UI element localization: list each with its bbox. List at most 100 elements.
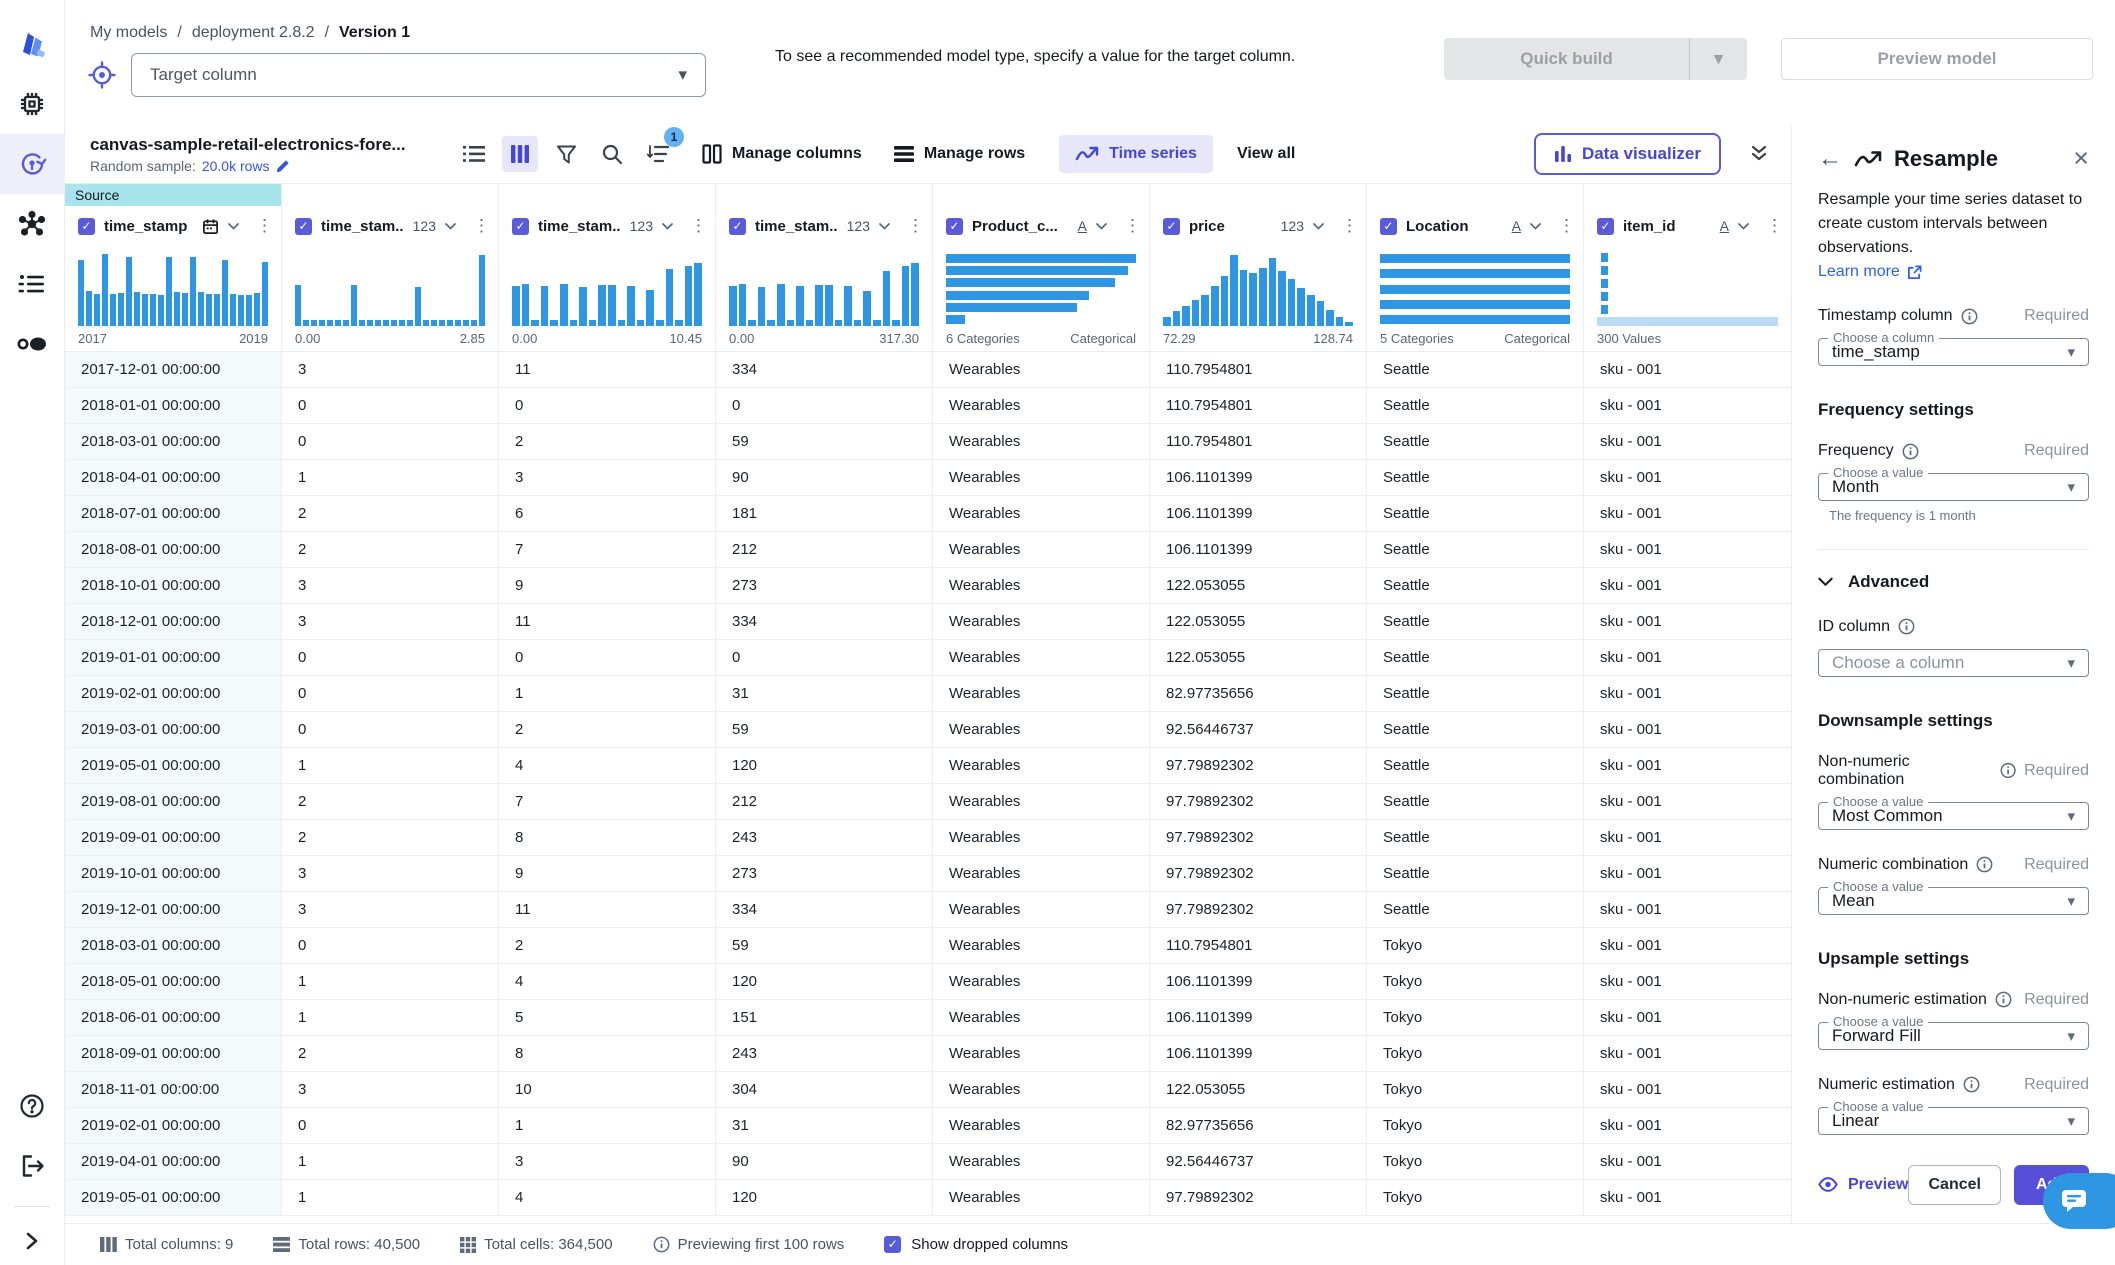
filter-icon[interactable] [548, 136, 584, 172]
column-dropdown-icon[interactable] [1530, 222, 1541, 230]
advanced-section-toggle[interactable]: Advanced [1818, 572, 2089, 592]
info-icon[interactable] [1976, 856, 1993, 873]
expand-rail-chevron-icon[interactable] [0, 1217, 65, 1265]
quick-build-dropdown-icon[interactable]: ▾ [1689, 38, 1747, 80]
manage-columns-button[interactable]: Manage columns [702, 144, 862, 164]
random-sample-link[interactable]: 20.0k rows [202, 158, 270, 174]
column-menu-icon[interactable]: ⋮ [1558, 216, 1575, 236]
column-menu-icon[interactable]: ⋮ [1766, 216, 1783, 236]
info-icon[interactable] [1902, 443, 1919, 460]
breadcrumb: My models / deployment 2.8.2 / Version 1 [90, 24, 410, 42]
back-arrow-icon[interactable]: ← [1818, 146, 1842, 171]
column-menu-icon[interactable]: ⋮ [256, 216, 273, 236]
id-column-select[interactable]: Choose a column ▾ [1818, 648, 2089, 677]
column-summary-chart[interactable]: 300 Values [1584, 246, 1791, 351]
datasets-toggle-icon[interactable] [0, 314, 65, 374]
column-dropdown-icon[interactable] [228, 222, 239, 230]
column-dropdown-icon[interactable] [879, 222, 890, 230]
table-cell: Tokyo [1367, 1108, 1584, 1143]
column-menu-icon[interactable]: ⋮ [473, 216, 490, 236]
column-summary-chart[interactable]: 0.00 10.45 [499, 246, 715, 351]
timestamp-column-select[interactable]: Choose a column time_stamp ▾ [1818, 330, 2089, 367]
column-dropdown-icon[interactable] [445, 222, 456, 230]
column-menu-icon[interactable]: ⋮ [1341, 216, 1358, 236]
table-cell: 3 [282, 1072, 499, 1107]
frequency-select[interactable]: Choose a value Month ▾ [1818, 465, 2089, 502]
preview-link[interactable]: Preview [1818, 1176, 1908, 1194]
learn-more-link[interactable]: Learn more [1818, 263, 1922, 281]
column-summary-chart[interactable]: 5 Categories Categorical [1367, 246, 1583, 351]
breadcrumb-my-models[interactable]: My models [90, 24, 167, 42]
column-dropdown-icon[interactable] [1313, 222, 1324, 230]
breadcrumb-deployment[interactable]: deployment 2.8.2 [192, 24, 315, 42]
non-numeric-combination-select[interactable]: Choose a value Most Common ▾ [1818, 793, 2089, 830]
numeric-estimation-select[interactable]: Choose a value Linear ▾ [1818, 1098, 2089, 1135]
column-select-checkbox[interactable]: ✓ [1163, 217, 1180, 235]
models-nav-icon[interactable] [0, 134, 65, 194]
non-numeric-estimation-select[interactable]: Choose a value Forward Fill ▾ [1818, 1013, 2089, 1050]
collapse-toolbar-icon[interactable] [1749, 144, 1769, 164]
column-summary-chart[interactable]: 0.00 2.85 [282, 246, 498, 351]
column-summary-chart[interactable]: 0.00 317.30 [716, 246, 932, 351]
column-select-checkbox[interactable]: ✓ [729, 217, 746, 235]
timestamp-column-label: Timestamp column [1818, 307, 1953, 324]
info-icon[interactable] [1961, 308, 1978, 325]
data-visualizer-button[interactable]: Data visualizer [1533, 133, 1721, 175]
compute-chip-icon[interactable] [0, 74, 65, 134]
quick-build-button[interactable]: Quick build ▾ [1444, 38, 1747, 80]
column-summary-chart[interactable]: 72.29 128.74 [1150, 246, 1366, 351]
info-icon[interactable] [1995, 991, 2012, 1008]
show-dropped-columns-checkbox[interactable]: ✓ Show dropped columns [884, 1236, 1068, 1253]
logout-icon[interactable] [0, 1136, 65, 1196]
column-menu-icon[interactable]: ⋮ [1124, 216, 1141, 236]
column-menu-icon[interactable]: ⋮ [690, 216, 707, 236]
chevron-down-icon: ▾ [2067, 1027, 2075, 1045]
table-row: 2018-09-01 00:00:00 2 8 243 Wearables 106.110… [65, 1036, 1791, 1072]
checkbox-checked-icon[interactable]: ✓ [884, 1236, 902, 1253]
edit-pencil-icon[interactable] [276, 158, 291, 173]
column-select-checkbox[interactable]: ✓ [1380, 217, 1397, 235]
table-cell: 1 [282, 1180, 499, 1215]
table-cell: 97.79892302 [1150, 1180, 1367, 1215]
grid-view-icon[interactable] [502, 136, 538, 172]
table-cell: 11 [499, 352, 716, 387]
view-all-button[interactable]: View all [1237, 145, 1295, 163]
list-nav-icon[interactable] [0, 254, 65, 314]
column-menu-icon[interactable]: ⋮ [907, 216, 924, 236]
time-series-button[interactable]: Time series [1059, 135, 1213, 173]
column-select-checkbox[interactable]: ✓ [946, 217, 963, 235]
numeric-combination-select[interactable]: Choose a value Mean ▾ [1818, 878, 2089, 915]
chat-widget-button[interactable] [2043, 1173, 2115, 1229]
table-row: 2018-03-01 00:00:00 0 2 59 Wearables 110.7954… [65, 928, 1791, 964]
select-floating-label: Choose a column [1828, 330, 1940, 345]
column-summary-chart[interactable]: 2017 2019 [65, 246, 281, 351]
help-icon[interactable] [0, 1076, 65, 1136]
quick-build-label[interactable]: Quick build [1444, 38, 1689, 80]
column-dropdown-icon[interactable] [1096, 222, 1107, 230]
manage-rows-button[interactable]: Manage rows [893, 145, 1025, 163]
column-dropdown-icon[interactable] [1738, 222, 1749, 230]
column-select-checkbox[interactable]: ✓ [295, 217, 312, 235]
info-icon[interactable] [2000, 762, 2016, 779]
canvas-logo-icon[interactable] [0, 14, 65, 74]
applied-transforms-icon[interactable]: 1 [640, 127, 684, 172]
info-icon[interactable] [1963, 1076, 1980, 1093]
table-cell: Wearables [933, 1108, 1150, 1143]
preview-model-button[interactable]: Preview model [1781, 38, 2093, 80]
cancel-button[interactable]: Cancel [1908, 1164, 2001, 1205]
molecule-icon[interactable] [0, 194, 65, 254]
table-cell: 1 [499, 676, 716, 711]
source-tab[interactable]: Source [65, 184, 282, 206]
search-icon[interactable] [594, 136, 630, 172]
column-select-checkbox[interactable]: ✓ [78, 217, 95, 235]
table-cell: 3 [282, 352, 499, 387]
column-select-checkbox[interactable]: ✓ [1597, 217, 1614, 235]
info-icon[interactable] [1898, 618, 1915, 635]
list-view-icon[interactable] [456, 136, 492, 172]
column-select-checkbox[interactable]: ✓ [512, 217, 529, 235]
close-icon[interactable]: × [2073, 145, 2089, 172]
target-column-select[interactable]: Target column ▾ [131, 53, 706, 97]
column-dropdown-icon[interactable] [662, 222, 673, 230]
column-summary-chart[interactable]: 6 Categories Categorical [933, 246, 1149, 351]
left-navigation-rail [0, 0, 65, 1265]
